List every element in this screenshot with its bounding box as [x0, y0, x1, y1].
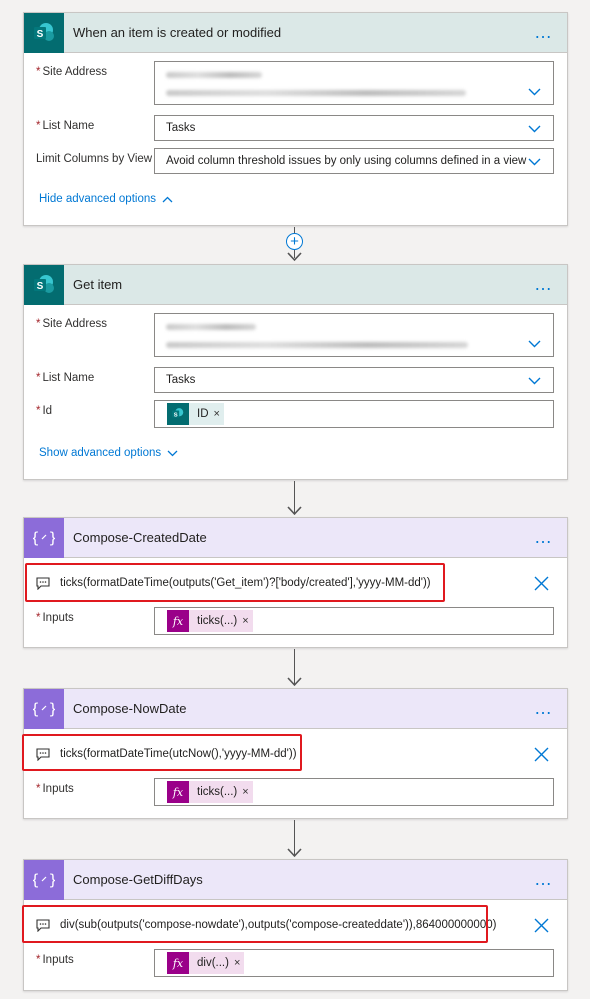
limit-columns-value: Avoid column threshold issues by only us… — [166, 155, 527, 167]
card-title: Compose-CreatedDate — [73, 530, 207, 545]
token-label: ticks(...) — [197, 615, 238, 627]
limit-columns-row: Limit Columns by View Avoid column thres… — [24, 148, 567, 174]
list-name-dropdown[interactable]: Tasks — [154, 367, 554, 393]
limit-columns-label: Limit Columns by View — [36, 153, 153, 165]
list-name-value: Tasks — [166, 374, 196, 386]
sharepoint-icon: S — [24, 12, 64, 53]
blurred-site-url — [166, 90, 466, 96]
compose-icon: { } — [24, 688, 64, 729]
svg-text:{ }: { } — [33, 871, 55, 889]
trigger-card-header[interactable]: S When an item is created or modified … — [24, 12, 567, 53]
chevron-down-icon[interactable] — [528, 158, 541, 166]
id-row: * Id S ID × — [24, 400, 567, 428]
get-item-card-header[interactable]: S Get item … — [24, 264, 567, 305]
compose-icon: { } — [24, 517, 64, 558]
highlight-box — [22, 734, 302, 771]
chevron-down-icon[interactable] — [528, 88, 541, 96]
token-label: ID — [197, 408, 209, 420]
remove-token-icon[interactable]: × — [242, 615, 248, 627]
inputs-row: * Inputs fx ticks(...) × — [24, 607, 567, 635]
svg-text:{ }: { } — [33, 700, 55, 718]
expression-token[interactable]: fx ticks(...) × — [167, 781, 253, 803]
close-icon[interactable] — [534, 576, 549, 591]
site-address-field[interactable] — [154, 61, 554, 105]
limit-columns-dropdown[interactable]: Avoid column threshold issues by only us… — [154, 148, 554, 174]
chevron-down-icon — [167, 450, 178, 456]
card-title: Compose-NowDate — [73, 701, 187, 716]
sharepoint-icon: S — [24, 264, 64, 305]
arrow-down-icon — [287, 506, 302, 516]
site-address-label: * Site Address — [36, 318, 108, 330]
card-title: When an item is created or modified — [73, 25, 282, 40]
id-field[interactable]: S ID × — [154, 400, 554, 428]
remove-token-icon[interactable]: × — [214, 408, 220, 420]
expression-token[interactable]: fx ticks(...) × — [167, 610, 253, 632]
list-name-row: * List Name Tasks — [24, 367, 567, 393]
token-label: ticks(...) — [197, 786, 238, 798]
chevron-down-icon[interactable] — [528, 377, 541, 385]
list-name-dropdown[interactable]: Tasks — [154, 115, 554, 141]
expression-token[interactable]: fx div(...) × — [167, 952, 245, 974]
list-name-row: * List Name Tasks — [24, 115, 567, 141]
show-advanced-options-link[interactable]: Show advanced options — [39, 447, 178, 459]
compose-icon: { } — [24, 859, 64, 900]
list-name-label: * List Name — [36, 372, 95, 384]
fx-icon: fx — [167, 952, 189, 974]
id-label: * Id — [36, 405, 53, 417]
svg-text:S: S — [174, 412, 178, 418]
list-name-label: * List Name — [36, 120, 95, 132]
compose-card-header[interactable]: { } Compose-CreatedDate … — [24, 517, 567, 558]
inputs-field[interactable]: fx ticks(...) × — [154, 607, 554, 635]
more-options-icon[interactable]: … — [534, 870, 553, 888]
arrow-down-icon — [287, 848, 302, 858]
compose-card-header[interactable]: { } Compose-NowDate … — [24, 688, 567, 729]
close-icon[interactable] — [534, 747, 549, 762]
hide-advanced-options-link[interactable]: Hide advanced options — [39, 193, 173, 205]
chevron-down-icon[interactable] — [528, 340, 541, 348]
inputs-label: * Inputs — [36, 612, 74, 624]
site-address-field[interactable] — [154, 313, 554, 357]
more-options-icon[interactable]: … — [534, 23, 553, 41]
svg-text:{ }: { } — [33, 529, 55, 547]
remove-token-icon[interactable]: × — [242, 786, 248, 798]
site-address-row: * Site Address — [24, 61, 567, 107]
card-title: Compose-GetDiffDays — [73, 872, 203, 887]
more-options-icon[interactable]: … — [534, 528, 553, 546]
highlight-box — [25, 563, 445, 602]
blurred-site-name — [166, 72, 262, 78]
chevron-up-icon — [162, 196, 173, 202]
trigger-card: S When an item is created or modified … … — [23, 12, 568, 226]
svg-text:S: S — [37, 29, 44, 40]
svg-text:S: S — [37, 281, 44, 292]
site-address-label: * Site Address — [36, 66, 108, 78]
sharepoint-token-icon: S — [167, 403, 189, 425]
id-token[interactable]: S ID × — [167, 403, 224, 425]
remove-token-icon[interactable]: × — [234, 957, 240, 969]
inputs-label: * Inputs — [36, 954, 74, 966]
inputs-field[interactable]: fx ticks(...) × — [154, 778, 554, 806]
list-name-value: Tasks — [166, 122, 196, 134]
more-options-icon[interactable]: … — [534, 699, 553, 717]
get-item-card: S Get item … * Site Address * List Name Ta… — [23, 264, 568, 480]
inputs-row: * Inputs fx ticks(...) × — [24, 778, 567, 806]
more-options-icon[interactable]: … — [534, 275, 553, 293]
highlight-box — [22, 905, 488, 943]
site-address-row: * Site Address — [24, 313, 567, 359]
blurred-site-name — [166, 324, 256, 330]
token-label: div(...) — [197, 957, 229, 969]
card-title: Get item — [73, 277, 123, 292]
compose-card-header[interactable]: { } Compose-GetDiffDays … — [24, 859, 567, 900]
chevron-down-icon[interactable] — [528, 125, 541, 133]
inputs-field[interactable]: fx div(...) × — [154, 949, 554, 977]
add-step-plus-icon[interactable]: + — [286, 233, 303, 250]
arrow-down-icon — [287, 252, 302, 262]
arrow-down-icon — [287, 677, 302, 687]
blurred-site-url — [166, 342, 468, 348]
fx-icon: fx — [167, 781, 189, 803]
close-icon[interactable] — [534, 918, 549, 933]
inputs-row: * Inputs fx div(...) × — [24, 949, 567, 977]
inputs-label: * Inputs — [36, 783, 74, 795]
fx-icon: fx — [167, 610, 189, 632]
